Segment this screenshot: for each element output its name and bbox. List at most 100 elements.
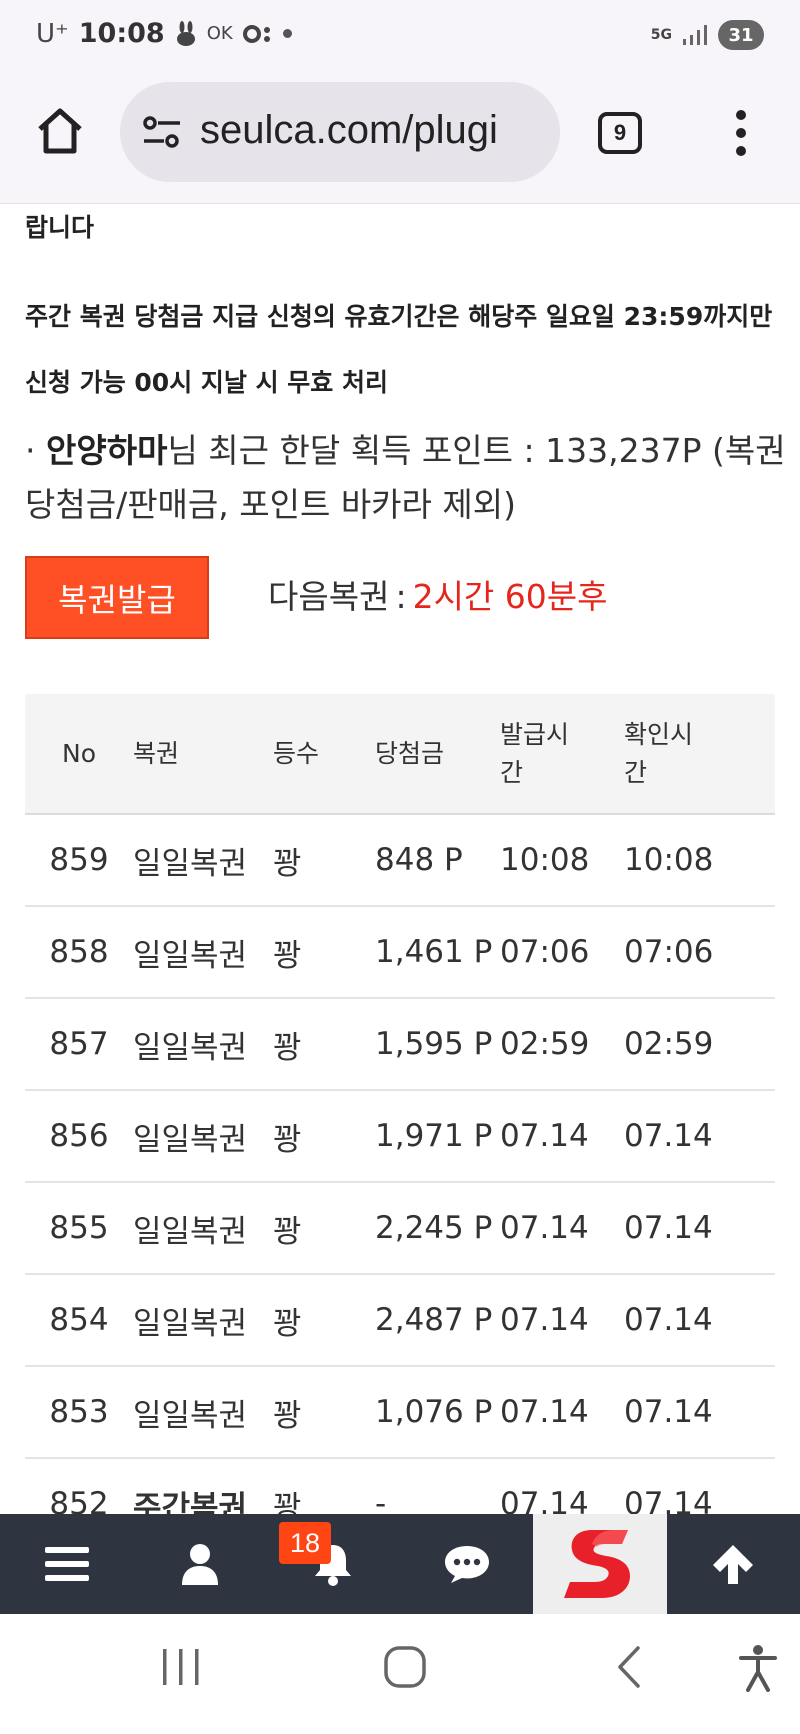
home-nav-icon[interactable] bbox=[383, 1644, 427, 1690]
home-icon[interactable] bbox=[34, 105, 86, 157]
header-no: No bbox=[25, 694, 133, 815]
scroll-top-button[interactable] bbox=[667, 1514, 800, 1614]
site-logo-button[interactable] bbox=[533, 1514, 667, 1614]
row-issued-time: 07.14 bbox=[500, 1274, 624, 1367]
back-icon[interactable] bbox=[612, 1644, 646, 1690]
browser-toolbar: seulca.com/plugi 9 bbox=[0, 72, 800, 204]
status-bar: U⁺ 10:08 OK 5G 31 bbox=[0, 0, 800, 72]
row-prize: 1,971 P bbox=[375, 1090, 500, 1183]
battery-indicator: 31 bbox=[718, 20, 764, 50]
notification-dot bbox=[282, 29, 292, 38]
row-no: 852 bbox=[25, 1458, 133, 1514]
network-type: 5G bbox=[650, 27, 672, 43]
row-ticket: 일일복권 bbox=[133, 1090, 273, 1183]
arrow-up-icon bbox=[713, 1545, 754, 1584]
tab-switcher-button[interactable]: 9 bbox=[598, 112, 642, 154]
next-lottery-label: 다음복권 bbox=[268, 577, 390, 616]
row-rank: 꽝 bbox=[273, 1458, 375, 1514]
table-row: 856 일일복권 꽝 1,971 P 07.14 07.14 bbox=[25, 1090, 775, 1183]
table-row: 855 일일복권 꽝 2,245 P 07.14 07.14 bbox=[25, 1182, 775, 1275]
row-checked-time: 07.14 bbox=[624, 1366, 775, 1459]
row-ticket: 일일복권 bbox=[133, 1182, 273, 1275]
row-issued-time: 07.14 bbox=[500, 1090, 624, 1183]
row-rank: 꽝 bbox=[273, 1090, 375, 1183]
table-row: 852 주간복권 꽝 -07.14 07.14 bbox=[25, 1458, 775, 1514]
row-prize: 1,461 P bbox=[375, 906, 500, 999]
row-rank: 꽝 bbox=[273, 998, 375, 1091]
more-options-icon[interactable] bbox=[730, 110, 752, 156]
row-ticket: 일일복권 bbox=[133, 906, 273, 999]
notification-count-badge: 18 bbox=[279, 1522, 331, 1564]
weekly-notice: 주간 복권 당첨금 지급 신청의 유효기간은 해당주 일요일 23:59까지만 … bbox=[25, 284, 795, 416]
row-no: 857 bbox=[25, 998, 133, 1091]
row-no: 855 bbox=[25, 1182, 133, 1275]
table-header-row: No 복권 등수 당첨금 발급시간 확인시간 bbox=[25, 694, 775, 815]
header-issued-time: 발급시간 bbox=[500, 694, 624, 815]
clock: 10:08 bbox=[78, 18, 165, 49]
row-prize: 848 P bbox=[375, 814, 500, 907]
row-checked-time: 07:06 bbox=[624, 906, 775, 999]
notice-tail-text: 랍니다 bbox=[25, 213, 95, 242]
site-settings-icon[interactable] bbox=[142, 115, 182, 149]
menu-button[interactable] bbox=[0, 1514, 133, 1614]
table-body: 859 일일복권 꽝 848 P 10:08 10:08 858 일일복권 꽝 1,461 P 07… bbox=[25, 814, 775, 1514]
row-issued-time: 07.14 bbox=[500, 1366, 624, 1459]
table-row: 858 일일복권 꽝 1,461 P 07:06 07:06 bbox=[25, 906, 775, 999]
signal-icon bbox=[683, 25, 707, 45]
row-no: 853 bbox=[25, 1366, 133, 1459]
header-prize: 당첨금 bbox=[375, 694, 500, 815]
issue-lottery-button[interactable]: 복권발급 bbox=[25, 556, 209, 639]
next-lottery-value: 2시간 60분후 bbox=[412, 577, 608, 616]
accessibility-icon[interactable] bbox=[738, 1644, 778, 1692]
row-prize: 2,487 P bbox=[375, 1274, 500, 1367]
table-row: 859 일일복권 꽝 848 P 10:08 10:08 bbox=[25, 814, 775, 907]
rabbit-icon bbox=[176, 20, 195, 46]
row-rank: 꽝 bbox=[273, 906, 375, 999]
chat-button[interactable] bbox=[400, 1514, 533, 1614]
url-text: seulca.com/plugi bbox=[200, 108, 498, 152]
notice-line-2: 신청 가능 00시 지날 시 무효 처리 bbox=[25, 368, 389, 397]
row-ticket: 일일복권 bbox=[133, 1274, 273, 1367]
chat-icon bbox=[444, 1546, 489, 1583]
table-row: 854 일일복권 꽝 2,487 P 07.14 07.14 bbox=[25, 1274, 775, 1367]
header-checked-time: 확인시간 bbox=[624, 694, 775, 815]
header-ticket: 복권 bbox=[133, 694, 273, 815]
row-issued-time: 10:08 bbox=[500, 814, 624, 907]
site-logo bbox=[563, 1530, 630, 1598]
row-no: 858 bbox=[25, 906, 133, 999]
row-issued-time: 02:59 bbox=[500, 998, 624, 1091]
row-prize: 1,076 P bbox=[375, 1366, 500, 1459]
row-checked-time: 07.14 bbox=[624, 1182, 775, 1275]
row-rank: 꽝 bbox=[273, 1274, 375, 1367]
row-no: 854 bbox=[25, 1274, 133, 1367]
recent-apps-icon[interactable] bbox=[160, 1644, 202, 1690]
user-nickname: 안양하마 bbox=[46, 431, 168, 470]
address-bar[interactable]: seulca.com/plugi bbox=[120, 82, 560, 182]
next-lottery-timer: 다음복권:2시간 60분후 bbox=[268, 570, 608, 618]
profile-button[interactable] bbox=[133, 1514, 266, 1614]
row-issued-time: 07:06 bbox=[500, 906, 624, 999]
row-checked-time: 07.14 bbox=[624, 1458, 775, 1514]
row-rank: 꽝 bbox=[273, 1182, 375, 1275]
table-row: 857 일일복권 꽝 1,595 P 02:59 02:59 bbox=[25, 998, 775, 1091]
row-ticket: 일일복권 bbox=[133, 814, 273, 907]
table-row: 853 일일복권 꽝 1,076 P 07.14 07.14 bbox=[25, 1366, 775, 1459]
row-checked-time: 07.14 bbox=[624, 1090, 775, 1183]
next-lottery-sep: : bbox=[395, 577, 407, 616]
row-issued-time: 07.14 bbox=[500, 1458, 624, 1514]
row-prize: 2,245 P bbox=[375, 1182, 500, 1275]
carrier-label: U⁺ bbox=[36, 18, 69, 49]
system-navigation-bar bbox=[0, 1614, 800, 1734]
row-checked-time: 02:59 bbox=[624, 998, 775, 1091]
row-ticket: 일일복권 bbox=[133, 998, 273, 1091]
row-prize: 1,595 P bbox=[375, 998, 500, 1091]
site-bottom-nav bbox=[0, 1514, 800, 1614]
bullet: · bbox=[25, 431, 36, 470]
page-content: 랍니다 주간 복권 당첨금 지급 신청의 유효기간은 해당주 일요일 23:59… bbox=[0, 204, 800, 1514]
lottery-history-table: No 복권 등수 당첨금 발급시간 확인시간 859 일일복권 꽝 848 P 10:0… bbox=[25, 694, 775, 1514]
row-no: 859 bbox=[25, 814, 133, 907]
row-rank: 꽝 bbox=[273, 1366, 375, 1459]
user-icon bbox=[181, 1544, 218, 1585]
ok-status-icon: OK bbox=[206, 23, 233, 44]
row-issued-time: 07.14 bbox=[500, 1182, 624, 1275]
